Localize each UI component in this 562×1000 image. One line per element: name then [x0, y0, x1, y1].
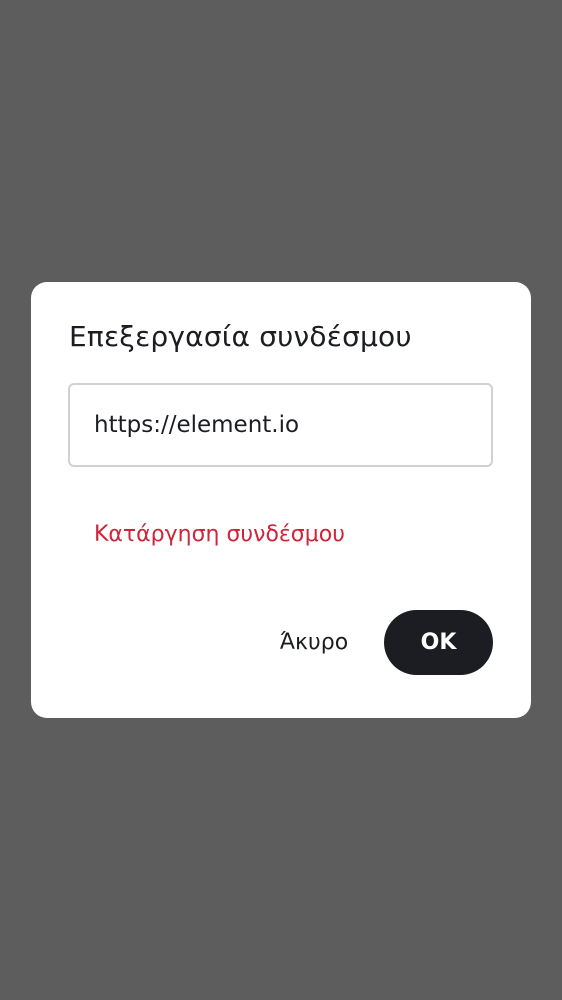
cancel-button[interactable]: Άκυρο [261, 610, 367, 674]
edit-link-dialog: Επεξεργασία συνδέσμου Κατάργηση συνδέσμο… [31, 282, 531, 718]
link-url-input[interactable] [68, 383, 493, 467]
dialog-title: Επεξεργασία συνδέσμου [69, 320, 412, 353]
ok-button[interactable]: OK [384, 610, 493, 675]
remove-link-button[interactable]: Κατάργηση συνδέσμου [81, 506, 358, 562]
